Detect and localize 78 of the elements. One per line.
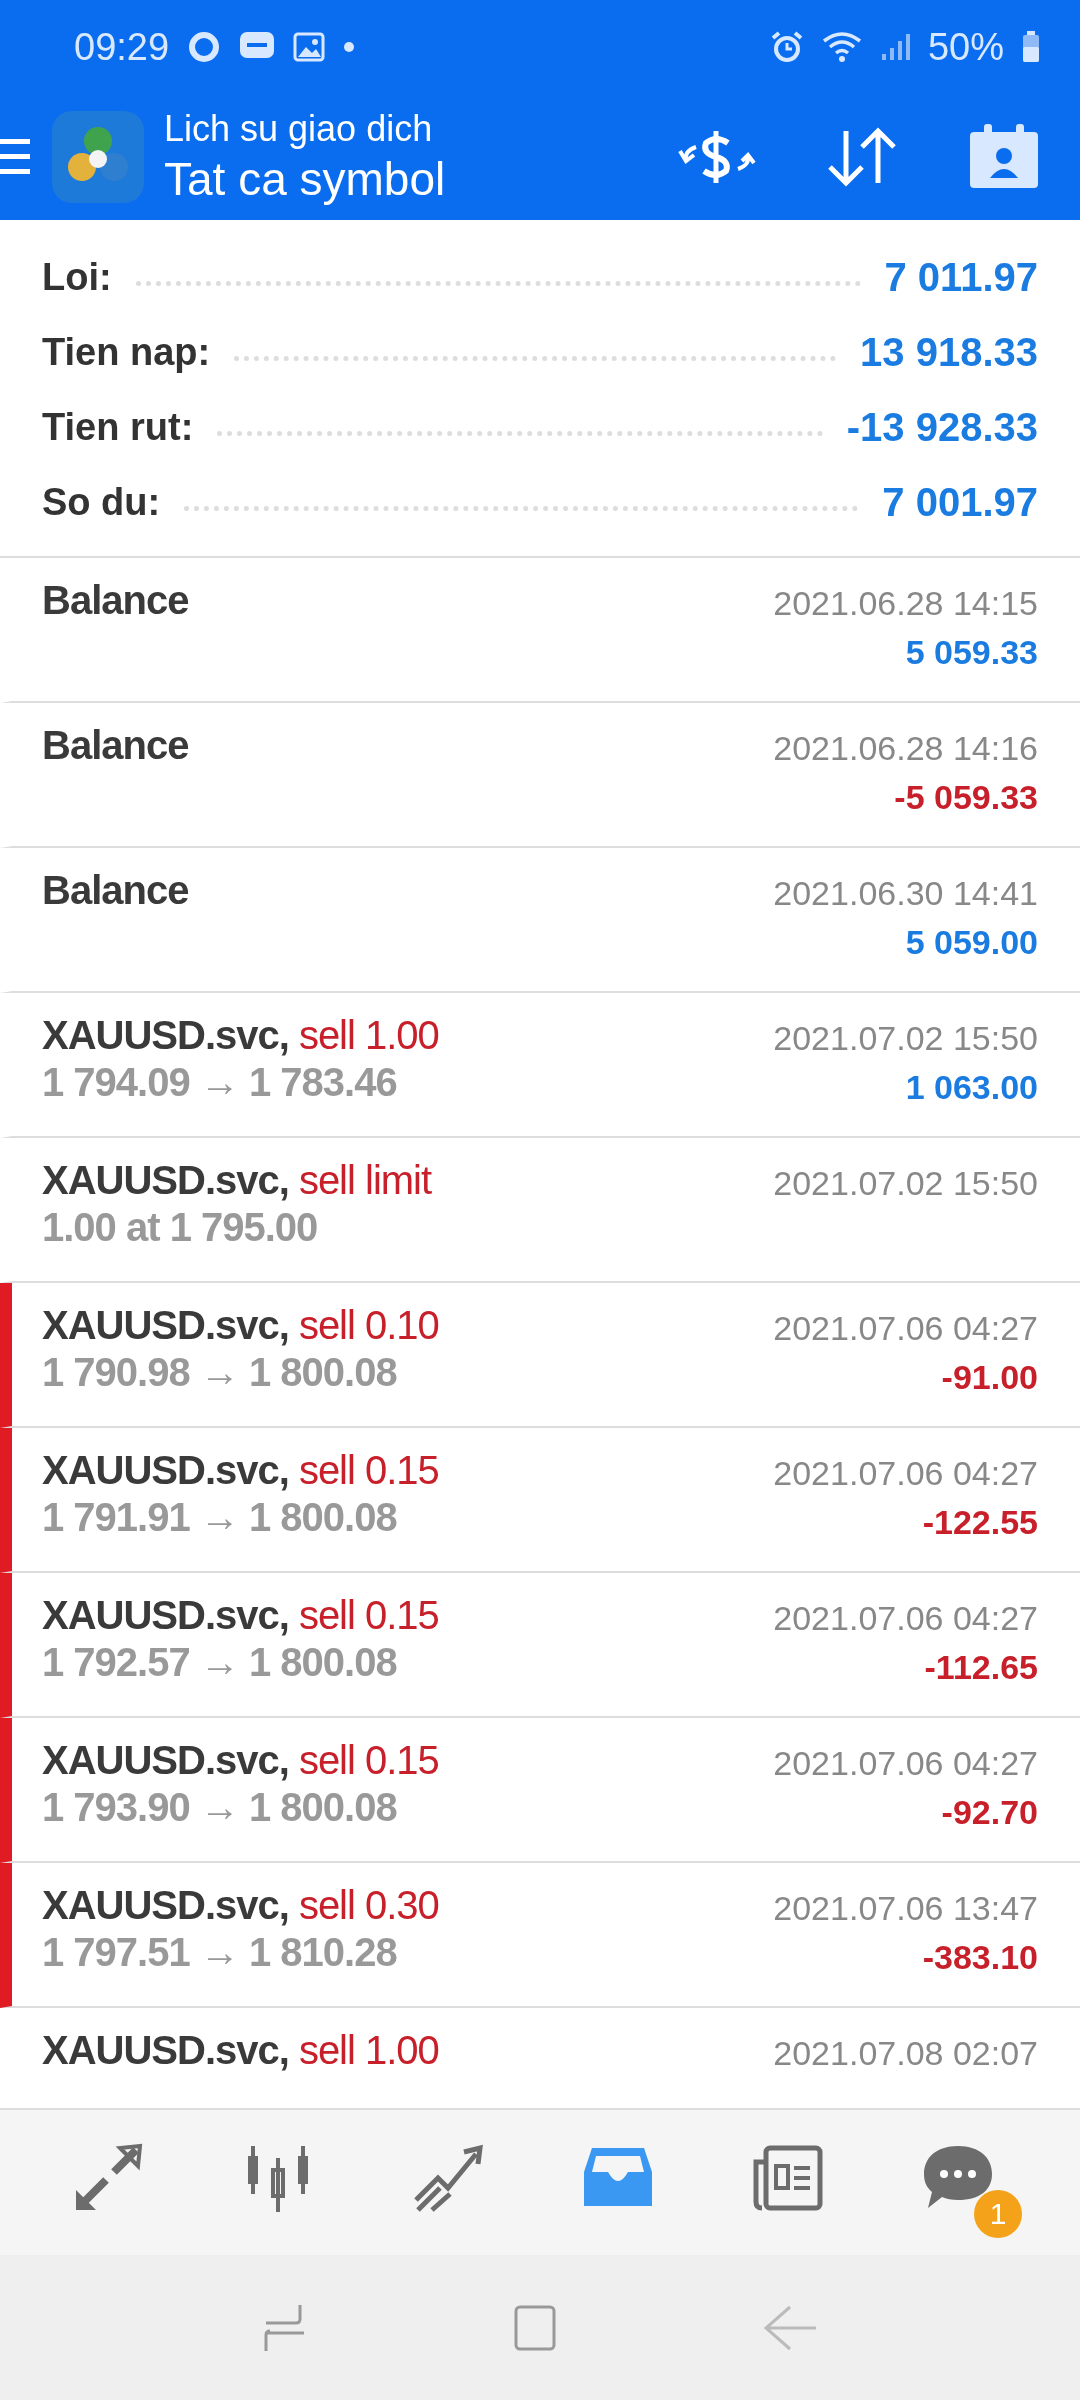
transaction-date: 2021.07.06 04:27: [773, 1743, 1038, 1783]
calendar-icon[interactable]: [968, 124, 1040, 191]
profit-value: 5 059.33: [905, 632, 1038, 672]
battery-icon: [1022, 31, 1040, 64]
trade-action: sell 0.15: [298, 1447, 439, 1493]
transaction-row[interactable]: Balance 2021.06.28 14:16 -5 059.33: [0, 702, 1080, 848]
transaction-row[interactable]: XAUUSD.svc, sell 0.15 1 793.90 → 1 800.08 2021.07.06 04:27 -92.70: [0, 1717, 1080, 1863]
summary-label: Tien rut:: [42, 405, 194, 449]
transaction-row[interactable]: Balance 2021.06.30 14:41 5 059.00: [0, 847, 1080, 993]
symbol-filter[interactable]: Tat ca symbol: [164, 151, 446, 208]
summary-value: -13 928.33: [846, 404, 1038, 450]
transaction-title: XAUUSD.svc,: [42, 1447, 289, 1493]
profit-value: -112.65: [924, 1647, 1038, 1687]
summary-label: Tien nap:: [42, 330, 211, 374]
alarm-icon: [769, 30, 804, 65]
summary-value: 7 011.97: [884, 254, 1038, 300]
transaction-title: Balance: [42, 722, 189, 768]
transaction-title: XAUUSD.svc,: [42, 1302, 289, 1348]
transaction-date: 2021.06.30 14:41: [773, 873, 1038, 913]
profit-value: 5 059.00: [905, 922, 1038, 962]
transaction-title: Balance: [42, 577, 189, 623]
transaction-row[interactable]: XAUUSD.svc, sell 0.10 1 790.98 → 1 800.08 2021.07.06 04:27 -91.00: [0, 1282, 1080, 1428]
trade-prices: 1.00 at 1 795.00: [42, 1204, 319, 1250]
summary-value: 7 001.97: [882, 479, 1038, 525]
summary-label: Loi:: [42, 255, 112, 299]
transaction-row[interactable]: XAUUSD.svc, sell 0.30 1 797.51 → 1 810.28 2021.07.06 13:47 -383.10: [0, 1862, 1080, 2008]
profit-value: -5 059.33: [894, 777, 1038, 817]
screen-title: Lich su giao dich: [164, 107, 434, 152]
trade-prices: 1 793.90 → 1 800.08: [42, 1784, 398, 1830]
trade-action: sell limit: [298, 1157, 432, 1203]
profit-value: 1 063.00: [905, 1067, 1038, 1107]
trade-prices: 1 794.09 → 1 783.46: [42, 1059, 398, 1105]
trade-action: sell 1.00: [298, 1012, 439, 1058]
transaction-date: 2021.07.02 15:50: [773, 1018, 1038, 1058]
trade-prices: 1 790.98 → 1 800.08: [42, 1349, 398, 1395]
clock: 09:29: [74, 25, 170, 69]
transaction-date: 2021.06.28 14:16: [773, 728, 1038, 768]
transaction-title: XAUUSD.svc,: [42, 1882, 289, 1928]
trade-prices: 1 792.57 → 1 800.08: [42, 1639, 398, 1685]
trade-prices: 1 797.51 → 1 810.28: [42, 1929, 398, 1975]
dot-icon: [343, 41, 356, 54]
transaction-date: 2021.07.02 15:50: [773, 1163, 1038, 1203]
summary-value: 13 918.33: [860, 329, 1038, 375]
trade-action: sell 1.00: [298, 2027, 439, 2073]
transaction-title: XAUUSD.svc,: [42, 1012, 289, 1058]
transaction-row[interactable]: XAUUSD.svc, sell 1.00 1 794.09 → 1 783.46 2021.07.02 15:50 1 063.00: [0, 992, 1080, 1138]
transaction-date: 2021.07.06 04:27: [773, 1598, 1038, 1638]
transaction-date: 2021.07.06 13:47: [773, 1888, 1038, 1928]
transaction-date: 2021.07.06 04:27: [773, 1453, 1038, 1493]
transaction-row[interactable]: XAUUSD.svc, sell 0.15 1 791.91 → 1 800.08 2021.07.06 04:27 -122.55: [0, 1427, 1080, 1573]
transaction-row[interactable]: Balance 2021.06.28 14:15 5 059.33: [0, 557, 1080, 703]
trade-prices: 1 791.91 → 1 800.08: [42, 1494, 398, 1540]
sync-icon: [187, 30, 222, 65]
signal-icon: [879, 32, 910, 63]
transaction-date: 2021.07.08 02:07: [773, 2033, 1038, 2073]
trade-action: sell 0.30: [298, 1882, 439, 1928]
trade-action: sell 0.15: [298, 1737, 439, 1783]
notification-badge: 1: [974, 2189, 1022, 2238]
transaction-title: XAUUSD.svc,: [42, 1737, 289, 1783]
transaction-row[interactable]: XAUUSD.svc, sell 0.15 1 792.57 → 1 800.08 2021.07.06 04:27 -112.65: [0, 1572, 1080, 1718]
battery-level: 50%: [927, 25, 1004, 69]
profit-value: -122.55: [922, 1502, 1038, 1542]
profit-value: -383.10: [922, 1937, 1038, 1977]
app-logo-icon: [52, 111, 144, 204]
transaction-title: XAUUSD.svc,: [42, 2027, 289, 2073]
profit-value: -92.70: [941, 1792, 1038, 1832]
transaction-date: 2021.07.06 04:27: [773, 1308, 1038, 1348]
trade-action: sell 0.15: [298, 1592, 439, 1638]
summary-label: So du:: [42, 480, 161, 524]
trade-action: sell 0.10: [298, 1302, 439, 1348]
transaction-title: Balance: [42, 867, 189, 913]
wifi-icon: [821, 31, 862, 64]
image-icon: [293, 32, 326, 63]
transaction-title: XAUUSD.svc,: [42, 1592, 289, 1638]
profit-value: -91.00: [941, 1357, 1038, 1397]
transaction-date: 2021.06.28 14:15: [773, 583, 1038, 623]
transaction-row[interactable]: XAUUSD.svc, sell limit 1.00 at 1 795.00 2021.07.02 15:50: [0, 1137, 1080, 1283]
transaction-title: XAUUSD.svc,: [42, 1157, 289, 1203]
